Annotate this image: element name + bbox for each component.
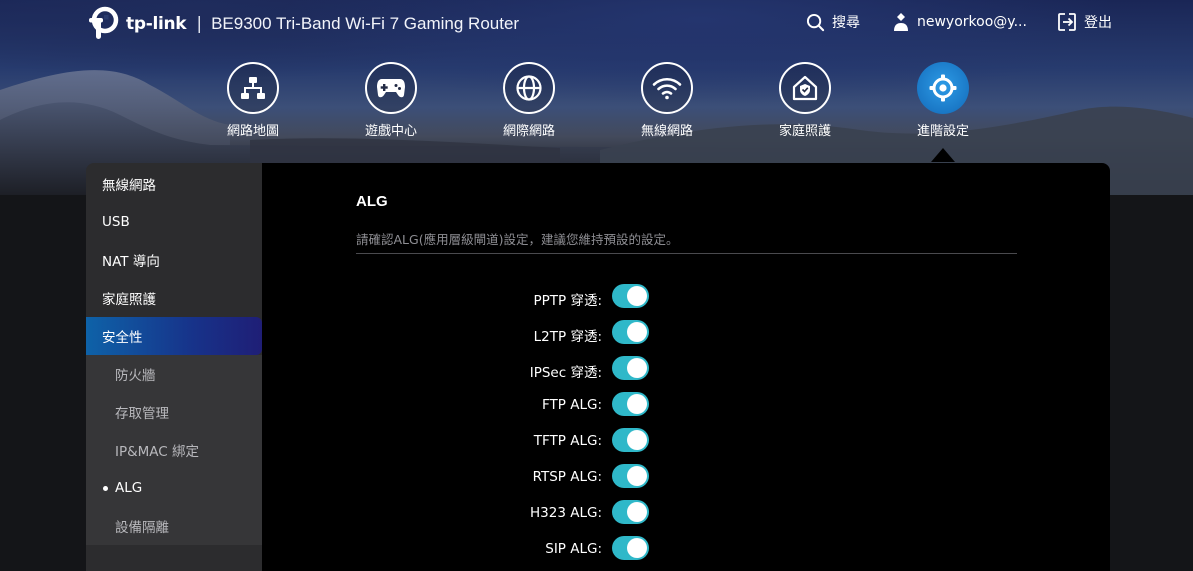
- setting-label: TFTP ALG:: [533, 433, 602, 449]
- toggle-knob: [627, 394, 647, 414]
- sidebar-item-nat-forwarding[interactable]: NAT 導向: [86, 241, 262, 279]
- brand-name: tp-link: [126, 14, 187, 34]
- toggle-knob: [627, 430, 647, 450]
- brand[interactable]: tp-link | BE9300 Tri-Band Wi-Fi 7 Gaming…: [86, 4, 519, 44]
- sidebar-subitem-device-isolation[interactable]: 設備隔離: [86, 507, 262, 545]
- alg-settings-list: PPTP 穿透: L2TP 穿透: IPSec 穿透: FTP ALG: TFT…: [262, 279, 1110, 567]
- setting-label: RTSP ALG:: [532, 469, 602, 485]
- sidebar-subitem-firewall[interactable]: 防火牆: [86, 355, 262, 393]
- search-button[interactable]: 搜尋: [806, 12, 860, 32]
- sidebar-item-homecare[interactable]: 家庭照護: [86, 279, 262, 317]
- search-icon: [806, 13, 825, 31]
- ftp-alg-toggle[interactable]: [612, 392, 649, 416]
- network-map-icon: [227, 62, 279, 114]
- nav-network-map[interactable]: 網路地圖: [198, 62, 308, 139]
- toggle-knob: [627, 358, 647, 378]
- main-content: ALG 請確認ALG(應用層級閘道)設定，建議您維持預設的設定。 PPTP 穿透…: [262, 163, 1110, 571]
- logout-icon: [1058, 13, 1076, 31]
- nav-advanced[interactable]: 進階設定: [888, 62, 998, 139]
- nav-label: 進階設定: [916, 124, 969, 139]
- setting-label: SIP ALG:: [545, 541, 602, 557]
- sidebar-subitem-ip-mac-binding[interactable]: IP&MAC 綁定: [86, 431, 262, 469]
- search-label: 搜尋: [832, 15, 860, 31]
- sidebar-item-wireless[interactable]: 無線網路: [86, 165, 262, 203]
- user-icon: [894, 13, 908, 31]
- setting-label: H323 ALG:: [530, 505, 602, 521]
- nav-wireless[interactable]: 無線網路: [612, 62, 722, 139]
- setting-row-h323: H323 ALG:: [262, 495, 1110, 531]
- logout-button[interactable]: 登出: [1057, 12, 1112, 32]
- h323-alg-toggle[interactable]: [612, 500, 649, 524]
- sip-alg-toggle[interactable]: [612, 536, 649, 560]
- setting-row-sip: SIP ALG:: [262, 531, 1110, 567]
- nav-label: 家庭照護: [778, 124, 831, 139]
- nav-homecare[interactable]: 家庭照護: [750, 62, 860, 139]
- nav-label: 遊戲中心: [364, 124, 417, 139]
- user-account-button[interactable]: newyorkoo@y...: [892, 12, 1027, 32]
- setting-row-rtsp: RTSP ALG:: [262, 459, 1110, 495]
- sidebar-item-security[interactable]: 安全性: [86, 317, 262, 355]
- router-model: BE9300 Tri-Band Wi-Fi 7 Gaming Router: [211, 14, 520, 33]
- setting-row-tftp: TFTP ALG:: [262, 423, 1110, 459]
- toggle-knob: [627, 286, 647, 306]
- toggle-knob: [627, 322, 647, 342]
- section-description: 請確認ALG(應用層級閘道)設定，建議您維持預設的設定。: [356, 232, 679, 247]
- globe-icon: [503, 62, 555, 114]
- nav-label: 網路地圖: [226, 124, 279, 139]
- nav-internet[interactable]: 網際網路: [474, 62, 584, 139]
- ipsec-passthrough-toggle[interactable]: [612, 356, 649, 380]
- nav-label: 無線網路: [640, 124, 693, 139]
- logout-label: 登出: [1084, 15, 1112, 31]
- setting-label: PPTP 穿透:: [533, 293, 602, 309]
- home-shield-icon: [779, 62, 831, 114]
- divider: [356, 253, 1017, 254]
- brand-separator: |: [196, 14, 203, 34]
- sidebar-subitem-alg[interactable]: ALG: [86, 469, 262, 507]
- security-submenu: 防火牆 存取管理 IP&MAC 綁定 ALG 設備隔離: [86, 355, 262, 545]
- gear-icon: [917, 62, 969, 114]
- top-bar: tp-link | BE9300 Tri-Band Wi-Fi 7 Gaming…: [0, 0, 1193, 48]
- setting-row-l2tp: L2TP 穿透:: [262, 315, 1110, 351]
- toggle-knob: [627, 466, 647, 486]
- wifi-icon: [641, 62, 693, 114]
- setting-row-pptp: PPTP 穿透:: [262, 279, 1110, 315]
- main-navigation: 網路地圖 遊戲中心 網際網路 無線網路 家庭照護 進階設定: [0, 62, 1193, 142]
- setting-label: FTP ALG:: [542, 397, 602, 413]
- section-title: ALG: [356, 193, 388, 210]
- toggle-knob: [627, 502, 647, 522]
- setting-row-ipsec: IPSec 穿透:: [262, 351, 1110, 387]
- tp-link-logo-icon: [86, 6, 122, 42]
- setting-label: IPSec 穿透:: [529, 365, 602, 381]
- rtsp-alg-toggle[interactable]: [612, 464, 649, 488]
- gamepad-icon: [365, 62, 417, 114]
- pptp-passthrough-toggle[interactable]: [612, 284, 649, 308]
- settings-panel: 無線網路 USB NAT 導向 家庭照護 安全性 防火牆 存取管理 IP&MAC…: [86, 163, 1110, 571]
- nav-game-center[interactable]: 遊戲中心: [336, 62, 446, 139]
- nav-label: 網際網路: [502, 124, 555, 139]
- toggle-knob: [627, 538, 647, 558]
- sidebar-item-usb[interactable]: USB: [86, 203, 262, 241]
- sidebar: 無線網路 USB NAT 導向 家庭照護 安全性 防火牆 存取管理 IP&MAC…: [86, 163, 262, 571]
- user-email: newyorkoo@y...: [917, 14, 1027, 30]
- l2tp-passthrough-toggle[interactable]: [612, 320, 649, 344]
- setting-label: L2TP 穿透:: [533, 329, 602, 345]
- setting-row-ftp: FTP ALG:: [262, 387, 1110, 423]
- active-nav-pointer: [931, 148, 955, 162]
- sidebar-subitem-access-control[interactable]: 存取管理: [86, 393, 262, 431]
- tftp-alg-toggle[interactable]: [612, 428, 649, 452]
